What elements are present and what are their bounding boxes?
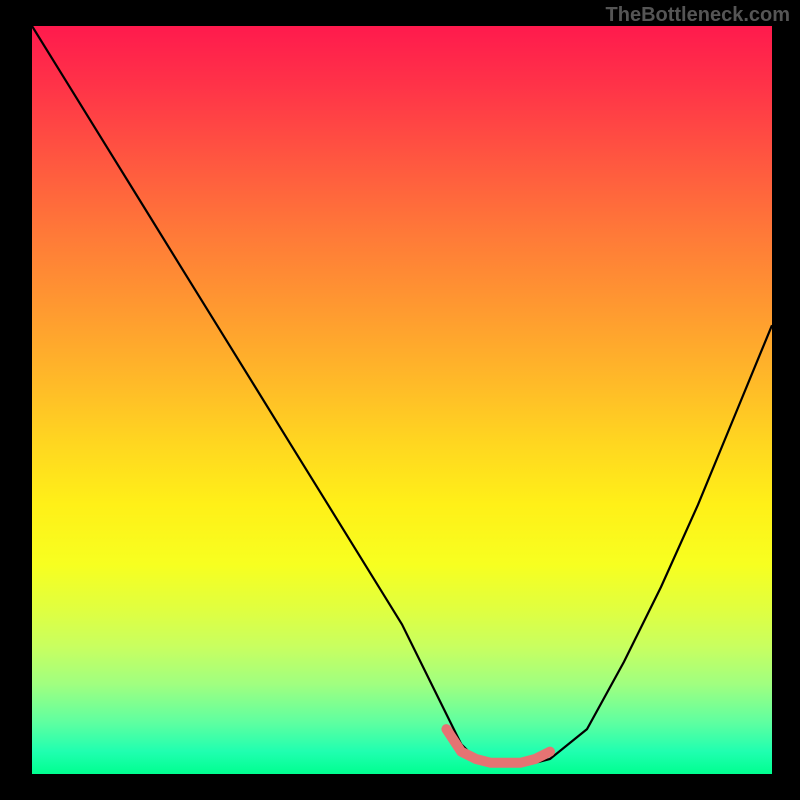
chart-area [32, 26, 772, 774]
bottleneck-curve-path [32, 26, 772, 763]
watermark-text: TheBottleneck.com [606, 4, 790, 27]
optimal-range-path [446, 729, 550, 763]
curve-overlay [32, 26, 772, 774]
